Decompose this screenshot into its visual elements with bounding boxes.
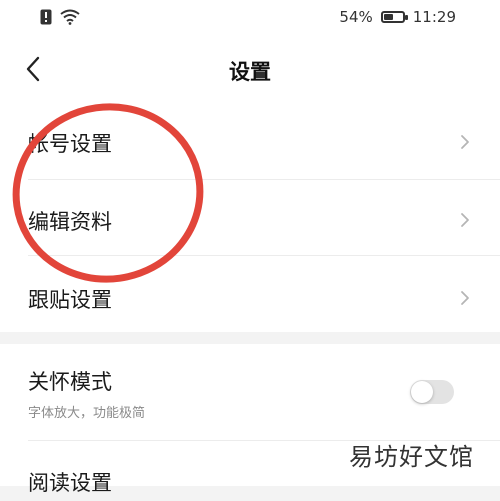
chevron-right-icon <box>461 213 469 227</box>
row-label-account: 帐号设置 <box>28 132 112 156</box>
watermark-text: 易坊好文馆 <box>349 443 474 471</box>
alert-sim-icon <box>40 9 52 25</box>
chevron-right-icon <box>461 135 469 149</box>
battery-fill <box>383 14 394 20</box>
toggle-knob <box>411 381 433 403</box>
status-bar: 54% 11:29 <box>0 0 500 36</box>
settings-row-account[interactable]: 帐号设置 <box>0 104 500 180</box>
battery-percent: 54% <box>339 8 373 26</box>
row-label-comment: 跟贴设置 <box>28 288 112 312</box>
settings-row-edit-profile[interactable]: 编辑资料 <box>0 180 500 256</box>
settings-group-account: 帐号设置 编辑资料 跟贴设置 <box>0 104 500 332</box>
battery-icon <box>380 11 408 23</box>
row-sublabel-care-mode: 字体放大，功能极简 <box>28 406 146 421</box>
settings-row-care-mode: 关怀模式 字体放大，功能极简 <box>0 344 500 440</box>
nav-bar: 设置 <box>0 36 500 104</box>
status-time: 11:29 <box>412 8 456 26</box>
status-left <box>40 9 80 25</box>
chevron-right-icon <box>461 291 469 305</box>
status-right: 54% 11:29 <box>339 8 456 26</box>
care-mode-toggle[interactable] <box>410 380 454 404</box>
wifi-icon <box>60 9 80 25</box>
settings-row-comment[interactable]: 跟贴设置 <box>0 256 500 332</box>
page-title: 设置 <box>229 60 271 84</box>
row-label-care-mode: 关怀模式 <box>28 370 112 394</box>
row-label-edit-profile: 编辑资料 <box>28 210 112 234</box>
row-label-reading: 阅读设置 <box>28 471 112 495</box>
